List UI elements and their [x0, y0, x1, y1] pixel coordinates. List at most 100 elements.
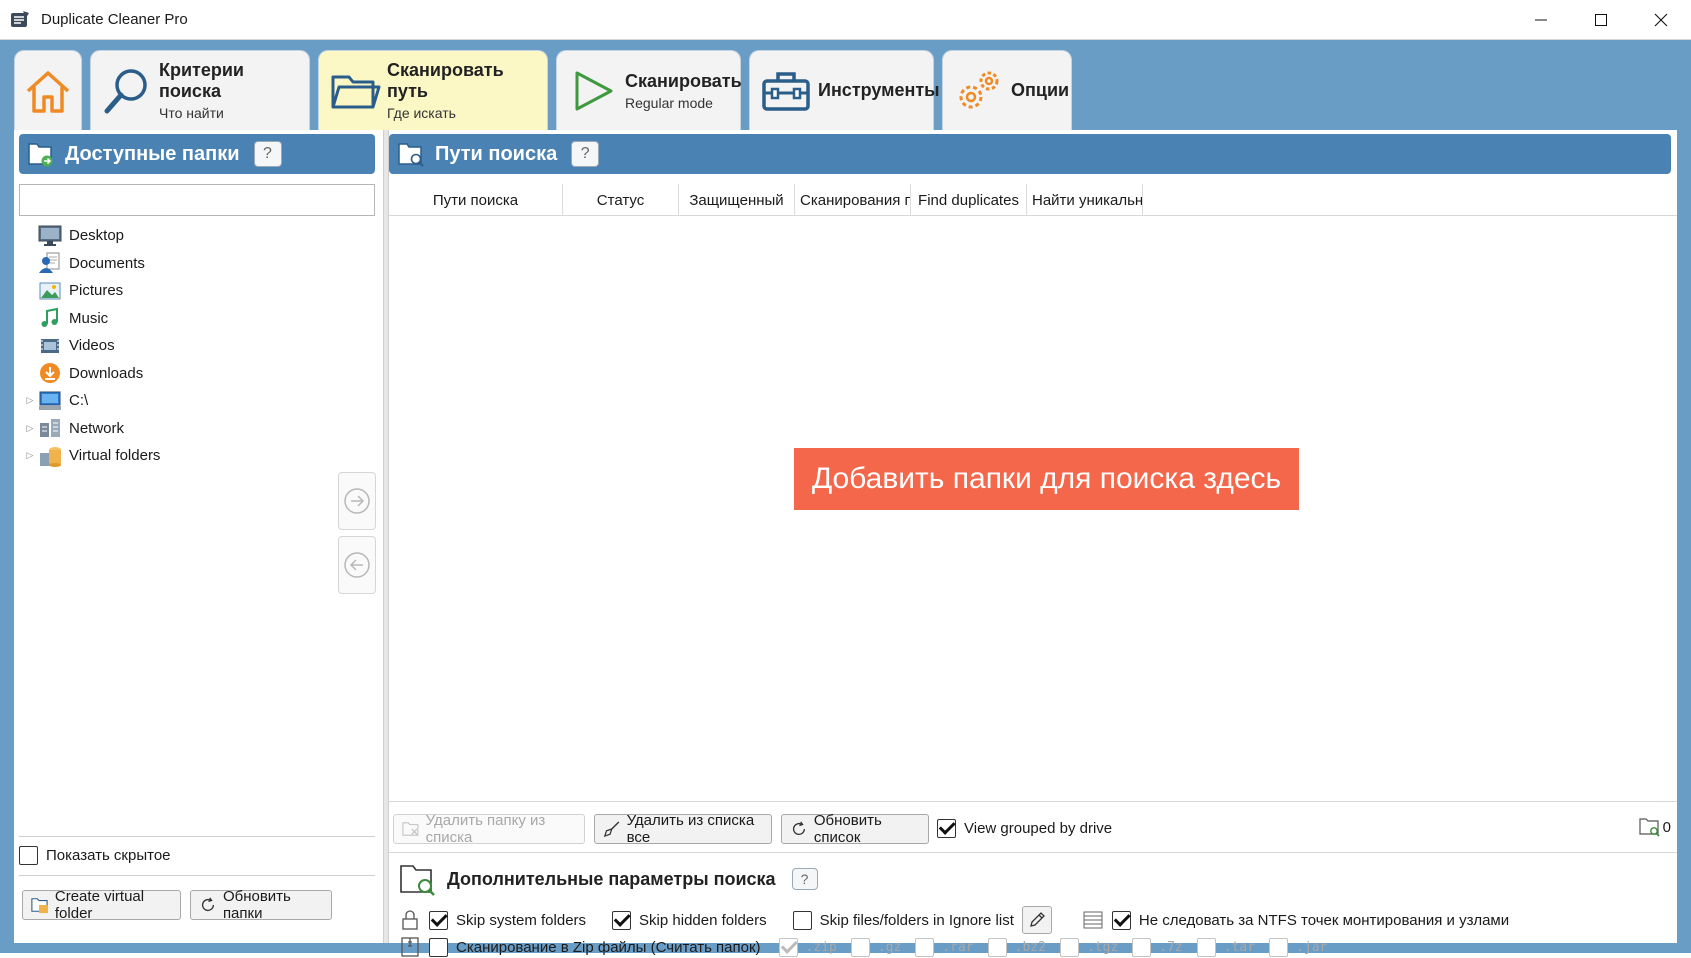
tree-item-music[interactable]: Music: [22, 305, 322, 333]
folder-search-icon: [1639, 818, 1660, 837]
remove-all-button[interactable]: Удалить из списка все: [594, 812, 772, 846]
archive-7z-checkbox[interactable]: [1132, 937, 1152, 957]
folder-search-input[interactable]: [19, 184, 375, 216]
tree-item-pictures[interactable]: Pictures: [22, 277, 322, 305]
tab-criteria[interactable]: Критерии поиска Что найти: [90, 50, 310, 130]
play-icon: [575, 71, 613, 110]
downloads-icon: [40, 363, 60, 384]
skip-system-folders-checkbox[interactable]: [429, 910, 448, 930]
tab-tools-label: Инструменты: [818, 80, 940, 100]
remove-all-label: Удалить из списка все: [626, 812, 755, 846]
folder-remove-icon: [402, 822, 419, 836]
skip-system-folders-label: Skip system folders: [456, 911, 587, 929]
column-header-protected[interactable]: Защищенный: [679, 184, 795, 216]
divider: [389, 801, 1677, 802]
available-folders-help-button[interactable]: ?: [253, 141, 282, 167]
tab-options[interactable]: Опции: [942, 50, 1072, 130]
tab-scan-path-label: Сканировать путь: [387, 60, 504, 101]
app-icon: [11, 10, 29, 27]
close-button[interactable]: [1631, 0, 1691, 40]
skip-ignore-list-checkbox[interactable]: [792, 910, 812, 930]
refresh-list-button[interactable]: Обновить список: [781, 812, 929, 846]
archive-gz-checkbox[interactable]: [850, 937, 870, 957]
zip-scan-checkbox[interactable]: [429, 937, 448, 957]
ntfs-mount-checkbox[interactable]: [1111, 910, 1131, 930]
pictures-icon: [39, 282, 61, 300]
show-hidden-box[interactable]: [19, 846, 38, 865]
gears-icon: [959, 71, 999, 108]
folder-add-icon: [28, 143, 53, 167]
column-header-find-unique[interactable]: Найти уникальные: [1027, 184, 1143, 216]
column-header-find-duplicates[interactable]: Find duplicates: [911, 184, 1027, 216]
archive-rar-checkbox[interactable]: [915, 937, 935, 957]
refresh-folders-label: Обновить папки: [222, 888, 291, 922]
folder-search-icon: [398, 143, 424, 167]
minimize-button[interactable]: [1511, 0, 1571, 40]
archive-jar-checkbox[interactable]: [1269, 937, 1289, 957]
edit-ignore-list-button[interactable]: [1021, 906, 1052, 934]
archive-zip-checkbox[interactable]: [778, 937, 798, 957]
tree-item-virtual-folders[interactable]: ▷ Virtual folders: [22, 442, 322, 470]
archive-tgz-checkbox[interactable]: [1059, 937, 1079, 957]
remove-folder-arrow-button[interactable]: [338, 536, 376, 594]
skip-hidden-folders-checkbox[interactable]: [612, 910, 632, 930]
network-icon: [40, 419, 60, 438]
tab-tools[interactable]: Инструменты: [749, 50, 940, 130]
maximize-button[interactable]: [1571, 0, 1631, 40]
archive-bz2-checkbox[interactable]: [987, 937, 1007, 957]
tree-item-videos[interactable]: Videos: [22, 332, 322, 360]
tree-item-label: Network: [69, 419, 125, 437]
extra-options-header: Дополнительные параметры поиска ?: [399, 860, 818, 898]
search-paths-panel: Пути поиска ? Пути поиска Статус Защищен…: [389, 130, 1677, 957]
pencil-icon: [1030, 912, 1045, 927]
list-icon: [1083, 911, 1103, 929]
search-paths-table-header: Пути поиска Статус Защищенный Сканирован…: [389, 184, 1677, 216]
tree-item-label: Videos: [69, 337, 115, 355]
create-virtual-folder-button[interactable]: Create virtual folder: [22, 888, 181, 922]
tree-item-label: Documents: [69, 254, 145, 272]
tab-scan-sub: Regular mode: [625, 94, 713, 111]
column-header-paths[interactable]: Пути поиска: [389, 184, 563, 216]
expand-arrow-icon[interactable]: ▷: [22, 423, 38, 434]
tree-item-documents[interactable]: Documents: [22, 250, 322, 278]
tree-item-label: Music: [69, 309, 109, 327]
search-paths-help-button[interactable]: ?: [571, 141, 600, 167]
tab-home[interactable]: [14, 50, 82, 130]
skip-ignore-list-label: Skip files/folders in Ignore list: [819, 911, 1014, 929]
remove-folder-button[interactable]: Удалить папку из списка: [393, 812, 585, 846]
window-title: Duplicate Cleaner Pro: [41, 11, 188, 28]
archive-tar-checkbox[interactable]: [1196, 937, 1216, 957]
tab-scan-path-sub: Где искать: [387, 105, 456, 121]
expand-arrow-icon[interactable]: ▷: [22, 395, 38, 406]
maximize-icon: [1595, 14, 1607, 26]
folder-tree: Desktop Documents Pictures Music Videos …: [22, 222, 322, 470]
column-header-status[interactable]: Статус: [563, 184, 679, 216]
tree-item-downloads[interactable]: Downloads: [22, 360, 322, 388]
column-header-scan-subfolders[interactable]: Сканирования по: [795, 184, 911, 216]
archive-gz-label: .gz: [877, 939, 902, 955]
tab-scan[interactable]: Сканировать Regular mode: [556, 50, 742, 130]
music-icon: [41, 308, 58, 328]
refresh-folders-button[interactable]: Обновить папки: [190, 888, 332, 922]
tree-item-label: Downloads: [69, 364, 144, 382]
main-tabs: Критерии поиска Что найти Сканировать пу…: [14, 50, 1072, 130]
expand-arrow-icon[interactable]: ▷: [22, 450, 38, 461]
tree-item-network[interactable]: ▷ Network: [22, 415, 322, 443]
tree-item-desktop[interactable]: Desktop: [22, 222, 322, 250]
view-grouped-checkbox[interactable]: View grouped by drive: [937, 819, 1112, 838]
folder-orange-icon: [31, 898, 48, 914]
add-folder-arrow-button[interactable]: [338, 472, 376, 530]
show-hidden-checkbox[interactable]: Показать скрытое: [19, 846, 171, 865]
toolbox-icon: [762, 71, 810, 111]
title-bar: Duplicate Cleaner Pro: [0, 0, 1691, 40]
search-paths-header: Пути поиска ?: [389, 134, 1671, 174]
view-grouped-box[interactable]: [937, 819, 956, 838]
view-grouped-label: View grouped by drive: [964, 820, 1113, 837]
tree-item-c-drive[interactable]: ▷ C:\: [22, 387, 322, 415]
content-area: Доступные папки ? Desktop Documents Pict…: [14, 130, 1677, 957]
refresh-icon: [201, 897, 215, 911]
archive-zip-label: .zip: [805, 939, 837, 955]
tab-scan-path[interactable]: Сканировать путь Где искать: [318, 50, 548, 130]
extra-options-help-button[interactable]: ?: [791, 868, 818, 890]
archive-rar-label: .rar: [942, 939, 974, 955]
